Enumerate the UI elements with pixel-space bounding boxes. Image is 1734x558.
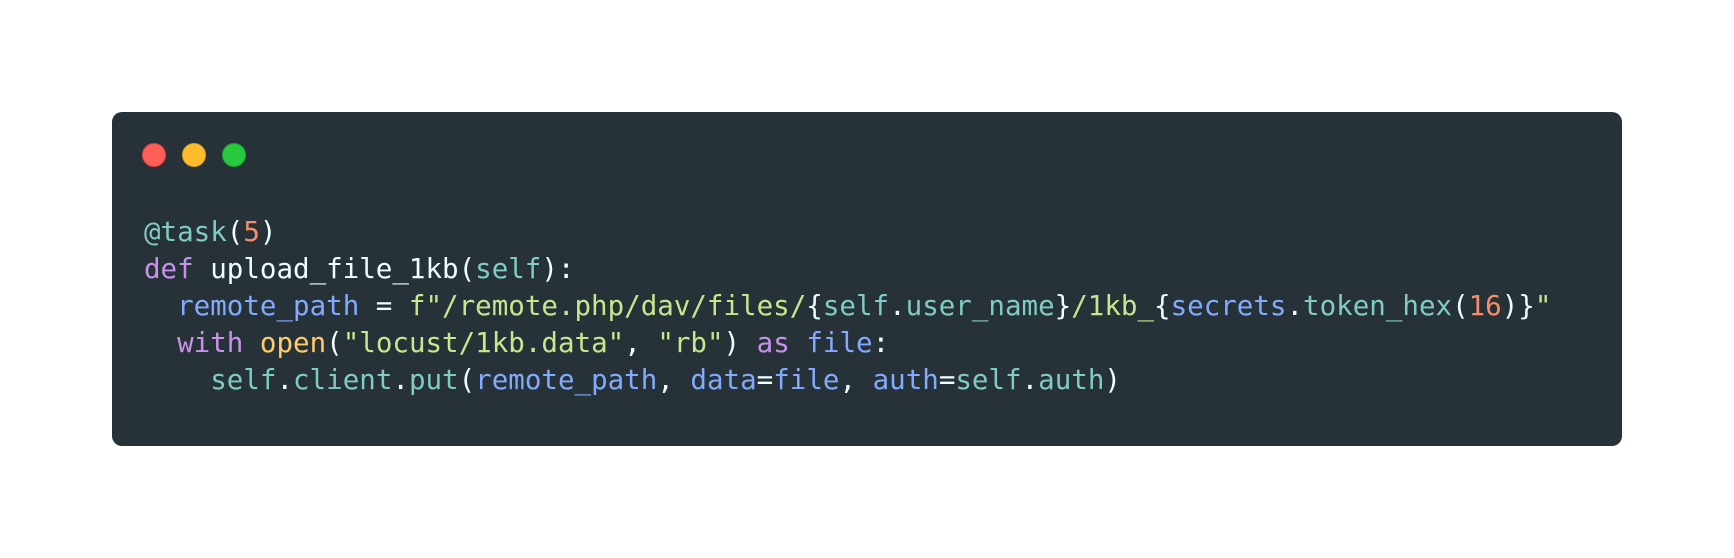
code-token: ,: [839, 364, 873, 396]
code-token: =: [756, 364, 774, 396]
code-token: }: [1054, 290, 1072, 322]
code-token: .: [392, 364, 409, 396]
code-token: open: [259, 327, 327, 359]
code-token: .: [889, 290, 906, 322]
code-token: put: [408, 364, 459, 396]
code-token: f"/remote.php/dav/files/: [408, 290, 807, 322]
code-token: "locust/1kb.data": [342, 327, 625, 359]
code-token: data: [690, 364, 757, 396]
code-window: @task(5) def upload_file_1kb(self): remot…: [112, 112, 1622, 446]
code-token: 16: [1468, 290, 1502, 322]
code-token: remote_path: [177, 290, 360, 322]
code-token: secrets: [1170, 290, 1287, 322]
code-token: @task: [144, 216, 227, 248]
code-line: def upload_file_1kb(self):: [144, 251, 1551, 288]
code-token: ": [1534, 290, 1552, 322]
code-token: .: [276, 364, 294, 396]
code-token: as: [756, 327, 790, 359]
code-token: self: [955, 364, 1022, 396]
code-token: ,: [624, 327, 658, 359]
code-token: :: [872, 327, 890, 359]
code-token: remote_path: [475, 364, 658, 396]
code-token: ,: [657, 364, 691, 396]
code-token: def: [144, 253, 194, 285]
code-token: (: [226, 216, 244, 248]
minimize-window-dot-icon[interactable]: [182, 143, 206, 167]
code-token: (: [1452, 290, 1469, 322]
code-token: {: [806, 290, 823, 322]
close-window-dot-icon[interactable]: [142, 143, 166, 167]
code-token: token_hex: [1303, 290, 1453, 322]
code-token: ):: [541, 253, 575, 285]
code-token: client: [293, 364, 393, 396]
window-controls: [142, 143, 246, 167]
code-token: {: [1154, 290, 1171, 322]
code-token: (: [326, 327, 343, 359]
maximize-window-dot-icon[interactable]: [222, 143, 246, 167]
code-token: 5: [243, 216, 260, 248]
code-token: with: [177, 327, 244, 359]
code-token: ): [259, 216, 277, 248]
code-token: self: [210, 364, 277, 396]
code-token: self: [822, 290, 890, 322]
code-token: =: [359, 290, 409, 322]
code-line: @task(5): [144, 214, 1551, 251]
code-token: (: [458, 364, 476, 396]
code-block: @task(5) def upload_file_1kb(self): remot…: [144, 214, 1551, 399]
code-token: auth: [872, 364, 939, 396]
code-token: file: [806, 327, 873, 359]
code-line: self.client.put(remote_path, data=file, …: [144, 362, 1551, 399]
code-token: .: [1021, 364, 1039, 396]
code-token: )}: [1501, 290, 1535, 322]
code-token: /1kb_: [1071, 290, 1155, 322]
code-token: ): [723, 327, 757, 359]
code-line: remote_path = f"/remote.php/dav/files/{s…: [144, 288, 1551, 325]
code-token: self: [475, 253, 542, 285]
code-token: user_name: [905, 290, 1055, 322]
code-token: "rb": [657, 327, 724, 359]
code-token: .: [1286, 290, 1304, 322]
code-token: =: [938, 364, 956, 396]
code-line: with open("locust/1kb.data", "rb") as fi…: [144, 325, 1551, 362]
code-token: auth: [1038, 364, 1105, 396]
code-token: file: [773, 364, 840, 396]
code-token: upload_file_1kb(: [193, 253, 476, 285]
code-token: ): [1104, 364, 1121, 396]
